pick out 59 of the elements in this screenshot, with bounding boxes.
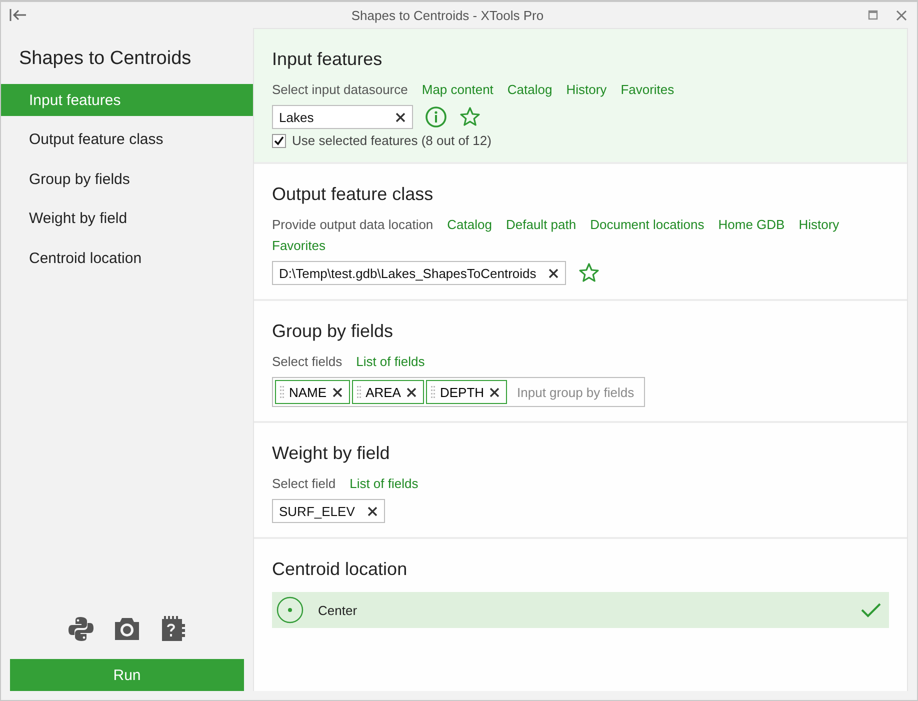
sidebar-item[interactable]: Output feature class — [1, 124, 253, 156]
run-button[interactable]: Run — [10, 659, 244, 691]
sidebar-item[interactable]: Weight by field — [1, 202, 253, 234]
field-chip[interactable]: DEPTH — [426, 380, 508, 404]
remove-icon[interactable] — [489, 386, 500, 398]
clear-icon[interactable] — [366, 506, 378, 516]
link[interactable]: Catalog — [447, 217, 492, 232]
favorite-star-icon[interactable] — [578, 262, 600, 284]
maximize-icon[interactable] — [868, 10, 878, 20]
drag-handle-icon[interactable] — [430, 386, 435, 398]
input-field[interactable]: SURF_ELEV — [272, 499, 385, 523]
field-prompt: Select input datasource — [272, 82, 408, 97]
info-icon[interactable] — [425, 106, 447, 128]
checkmark-icon — [861, 602, 881, 618]
link[interactable]: Home GDB — [718, 217, 785, 232]
collapse-panel-icon[interactable] — [9, 8, 27, 22]
sidebar-item[interactable]: Group by fields — [1, 163, 253, 195]
link[interactable]: Default path — [506, 217, 576, 232]
tag-input-field[interactable]: NAME AREA DEPTH Input group by fields — [272, 377, 646, 407]
camera-icon[interactable] — [113, 615, 141, 643]
link[interactable]: History — [798, 217, 840, 232]
sidebar-item[interactable]: Centroid location — [1, 242, 253, 274]
sidebar-item[interactable]: Input features — [1, 84, 253, 116]
field-prompt: Select field — [272, 476, 336, 491]
center-point-icon — [276, 596, 304, 624]
input-field[interactable]: D:\Temp\test.gdb\Lakes_ShapesToCentroids — [272, 261, 566, 285]
help-notebook-icon[interactable] — [159, 615, 187, 643]
drag-handle-icon[interactable] — [280, 386, 284, 398]
close-icon[interactable] — [896, 10, 907, 20]
input-field[interactable]: Lakes — [272, 105, 413, 129]
link[interactable]: List of fields — [356, 354, 425, 369]
link[interactable]: Favorites — [620, 82, 674, 97]
favorite-star-icon[interactable] — [459, 106, 481, 128]
section-title: Output feature class — [272, 184, 434, 205]
section-title: Input features — [272, 49, 384, 70]
section-title: Weight by field — [272, 443, 391, 464]
clear-icon[interactable] — [395, 112, 406, 122]
option-row[interactable]: Center — [272, 592, 889, 628]
field-chip[interactable]: AREA — [352, 380, 424, 404]
python-icon[interactable] — [67, 615, 95, 643]
section-title: Centroid location — [272, 559, 408, 580]
window-title: Shapes to Centroids - XTools Pro — [350, 8, 545, 22]
drag-handle-icon[interactable] — [356, 386, 361, 398]
checkbox-label: Use selected features (8 out of 12) — [292, 133, 492, 148]
panel-title: Shapes to Centroids — [19, 48, 192, 69]
link[interactable]: List of fields — [350, 476, 418, 491]
field-chip[interactable]: NAME — [275, 380, 350, 404]
link[interactable]: Map content — [422, 82, 494, 97]
section-title: Group by fields — [272, 321, 394, 342]
clear-icon[interactable] — [548, 268, 560, 278]
remove-icon[interactable] — [332, 386, 343, 398]
field-prompt: Select fields — [272, 354, 342, 369]
link[interactable]: Favorites — [272, 238, 326, 253]
link[interactable]: Document locations — [590, 217, 704, 232]
link[interactable]: History — [566, 82, 607, 97]
remove-icon[interactable] — [406, 386, 417, 398]
field-prompt: Provide output data location — [272, 217, 434, 232]
link[interactable]: Catalog — [507, 82, 552, 97]
checkbox[interactable] — [272, 134, 286, 148]
